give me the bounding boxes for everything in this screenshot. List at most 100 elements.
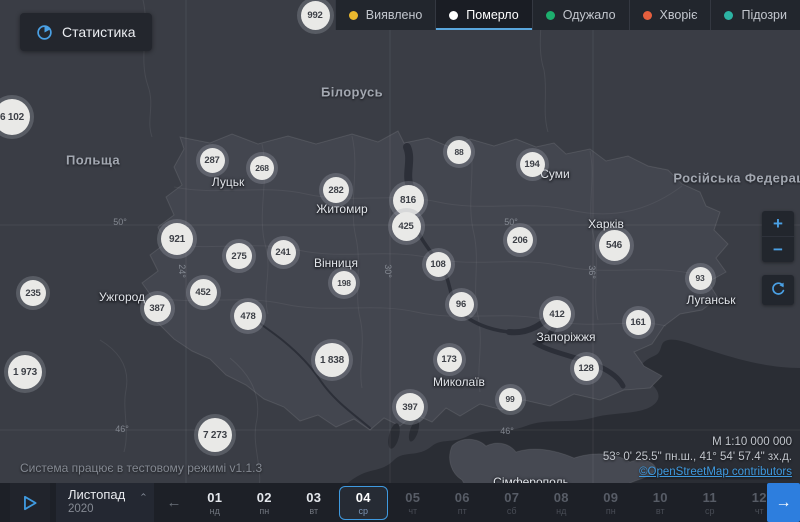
map-marker[interactable]: 275 <box>226 243 252 269</box>
day-weekday: сб <box>507 506 517 516</box>
city-label: Луцьк <box>212 175 244 189</box>
country-label: Російська Федерація <box>673 171 800 186</box>
map-marker[interactable]: 241 <box>271 240 296 265</box>
graticule-label: 24° <box>177 264 187 278</box>
chevron-up-icon <box>141 491 146 498</box>
graticule-label: 50° <box>113 217 127 227</box>
map-marker[interactable]: 173 <box>437 347 462 372</box>
city-label: Харків <box>588 217 624 231</box>
refresh-icon <box>770 282 786 298</box>
graticule-label: 46° <box>500 426 514 436</box>
legend-item-0[interactable]: Виявлено <box>335 0 436 30</box>
timeline-day-04[interactable]: 04ср <box>339 486 389 520</box>
map-marker[interactable]: 546 <box>599 230 630 261</box>
map-app: { "header": { "stats_button": { "label":… <box>0 0 800 522</box>
map-marker[interactable]: 6 102 <box>0 99 30 135</box>
day-number: 05 <box>405 490 420 505</box>
country-label: Білорусь <box>321 85 383 100</box>
day-number: 02 <box>257 490 272 505</box>
play-button[interactable] <box>10 483 50 522</box>
legend-item-label: Хворіє <box>660 8 698 22</box>
map-marker[interactable]: 287 <box>200 148 225 173</box>
legend-item-1[interactable]: Померло <box>435 0 531 30</box>
map-marker[interactable]: 992 <box>301 1 330 30</box>
legend-item-2[interactable]: Одужало <box>532 0 629 30</box>
map-marker[interactable]: 96 <box>449 292 474 317</box>
day-weekday: вт <box>309 506 318 516</box>
arrow-left-icon: ← <box>167 494 182 511</box>
map-marker[interactable]: 198 <box>332 271 356 295</box>
city-label: Луганськ <box>687 293 736 307</box>
timeline-day-05[interactable]: 05чт <box>388 486 438 520</box>
statistics-button[interactable]: Статистика <box>20 13 152 51</box>
map-marker[interactable]: 412 <box>543 300 571 328</box>
map-marker[interactable]: 7 273 <box>198 418 232 452</box>
timeline-day-11[interactable]: 11ср <box>685 486 735 520</box>
day-weekday: чт <box>408 506 417 516</box>
map-marker[interactable]: 921 <box>161 223 193 255</box>
timeline-day-09[interactable]: 09пн <box>586 486 636 520</box>
map-marker[interactable]: 161 <box>626 310 651 335</box>
day-weekday: пт <box>458 506 467 516</box>
timeline-day-06[interactable]: 06пт <box>438 486 488 520</box>
legend-dot-icon <box>643 11 652 20</box>
day-weekday: чт <box>755 506 764 516</box>
legend-dot-icon <box>449 11 458 20</box>
map-marker[interactable]: 128 <box>574 356 599 381</box>
timeline-day-03[interactable]: 03вт <box>289 486 339 520</box>
map-marker[interactable]: 93 <box>689 267 712 290</box>
map-marker[interactable]: 478 <box>234 302 262 330</box>
map-marker[interactable]: 194 <box>520 152 545 177</box>
previous-day-button[interactable]: ← <box>160 483 188 522</box>
zoom-in-button[interactable]: + <box>762 211 794 236</box>
minus-icon: − <box>773 240 783 260</box>
timeline-day-02[interactable]: 02пн <box>240 486 290 520</box>
map-marker[interactable]: 235 <box>20 280 46 306</box>
play-icon <box>21 494 39 512</box>
timeline-day-08[interactable]: 08нд <box>537 486 587 520</box>
refresh-button[interactable] <box>762 275 794 305</box>
system-note: Система працює в тестовому режимі v1.1.3 <box>20 461 262 475</box>
map-marker[interactable]: 387 <box>144 295 171 322</box>
map-marker[interactable]: 1 838 <box>315 343 349 377</box>
map-controls: + − <box>762 211 794 305</box>
map-marker[interactable]: 425 <box>392 212 421 241</box>
scale-text: М 1:10 000 000 <box>603 435 792 450</box>
day-number: 10 <box>653 490 668 505</box>
next-day-button[interactable]: → <box>767 483 800 522</box>
map-marker[interactable]: 206 <box>507 227 533 253</box>
osm-attribution-link[interactable]: ©OpenStreetMap contributors <box>603 465 792 480</box>
zoom-out-button[interactable]: − <box>762 236 794 262</box>
map-marker[interactable]: 108 <box>426 252 451 277</box>
map-marker[interactable]: 816 <box>393 185 424 216</box>
timeline-days: 01нд02пн03вт04ср05чт06пт07сб08нд09пн10вт… <box>190 483 800 522</box>
map-marker[interactable]: 397 <box>396 393 424 421</box>
legend-item-3[interactable]: Хворіє <box>629 0 711 30</box>
year-label: 2020 <box>68 503 146 515</box>
month-selector[interactable]: Листопад 2020 <box>56 483 154 522</box>
timeline-day-10[interactable]: 10вт <box>636 486 686 520</box>
legend-item-label: Виявлено <box>366 8 423 22</box>
city-label: Запоріжжя <box>537 330 596 344</box>
timeline-day-01[interactable]: 01нд <box>190 486 240 520</box>
day-weekday: ср <box>705 506 715 516</box>
timeline-day-07[interactable]: 07сб <box>487 486 537 520</box>
map-marker[interactable]: 88 <box>447 140 471 164</box>
month-label: Листопад <box>68 487 125 502</box>
day-number: 12 <box>752 490 767 505</box>
plus-icon: + <box>773 214 783 234</box>
graticule-label: 50° <box>504 217 518 227</box>
map-marker[interactable]: 452 <box>190 279 217 306</box>
legend-item-4[interactable]: Підозри <box>710 0 800 30</box>
day-number: 07 <box>504 490 519 505</box>
arrow-right-icon: → <box>776 494 792 512</box>
legend-item-label: Померло <box>466 8 518 22</box>
map-marker[interactable]: 1 973 <box>8 355 42 389</box>
day-number: 11 <box>703 490 717 505</box>
map-marker[interactable]: 99 <box>499 388 522 411</box>
legend-item-label: Одужало <box>563 8 616 22</box>
map-marker[interactable]: 282 <box>323 177 349 203</box>
day-number: 01 <box>207 490 222 505</box>
day-number: 06 <box>455 490 470 505</box>
map-marker[interactable]: 268 <box>250 156 274 180</box>
